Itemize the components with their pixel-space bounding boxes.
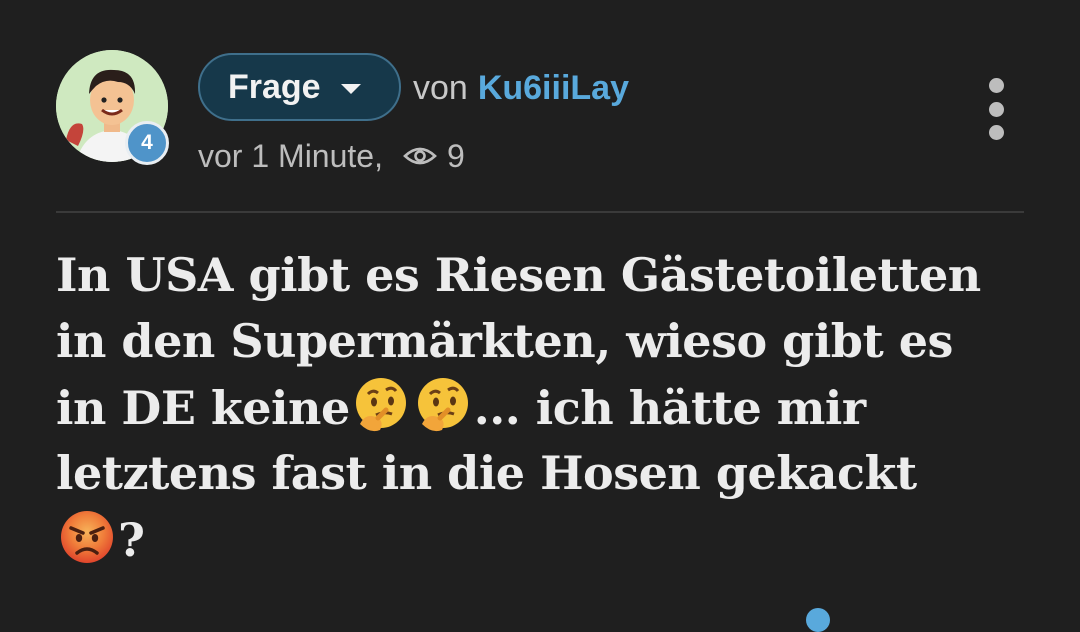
post-timestamp: vor 1 Minute, [198,138,383,174]
angry-face-icon [56,506,118,568]
header-divider [56,211,1024,213]
question-line: ? [56,506,1046,572]
view-count: 9 [446,138,465,174]
question-line: In USA gibt es Riesen Gästetoiletten [56,248,981,302]
question-text: ... ich hätte mir [473,381,866,435]
menu-dot [988,78,1004,93]
question-type-label: Frage [228,67,321,106]
chevron-down-icon [340,84,361,94]
more-vertical-icon[interactable] [981,78,1011,140]
user-level-badge: 4 [125,121,169,165]
question-line: in DE keine ... ich hätte mir [56,374,1046,440]
question-text: ? [118,513,145,567]
thinking-face-icon [350,374,412,436]
by-word: von [413,69,468,107]
author-line: von Ku6iiiLay [413,66,629,110]
question-text: in DE keine [56,381,350,435]
menu-dot [988,125,1004,140]
question-type-dropdown[interactable]: Frage [198,53,401,121]
post-meta: vor 1 Minute, 9 [198,134,465,178]
menu-dot [988,101,1004,117]
thinking-face-icon [412,374,474,436]
author-username-link[interactable]: Ku6iiiLay [478,69,629,107]
eye-icon [403,147,437,165]
next-item-indicator [806,608,830,632]
question-title: In USA gibt es Riesen Gästetoiletten in … [56,242,1046,572]
question-line: in den Supermärkten, wieso gibt es [56,314,953,368]
question-line: letztens fast in die Hosen gekackt [56,446,917,500]
